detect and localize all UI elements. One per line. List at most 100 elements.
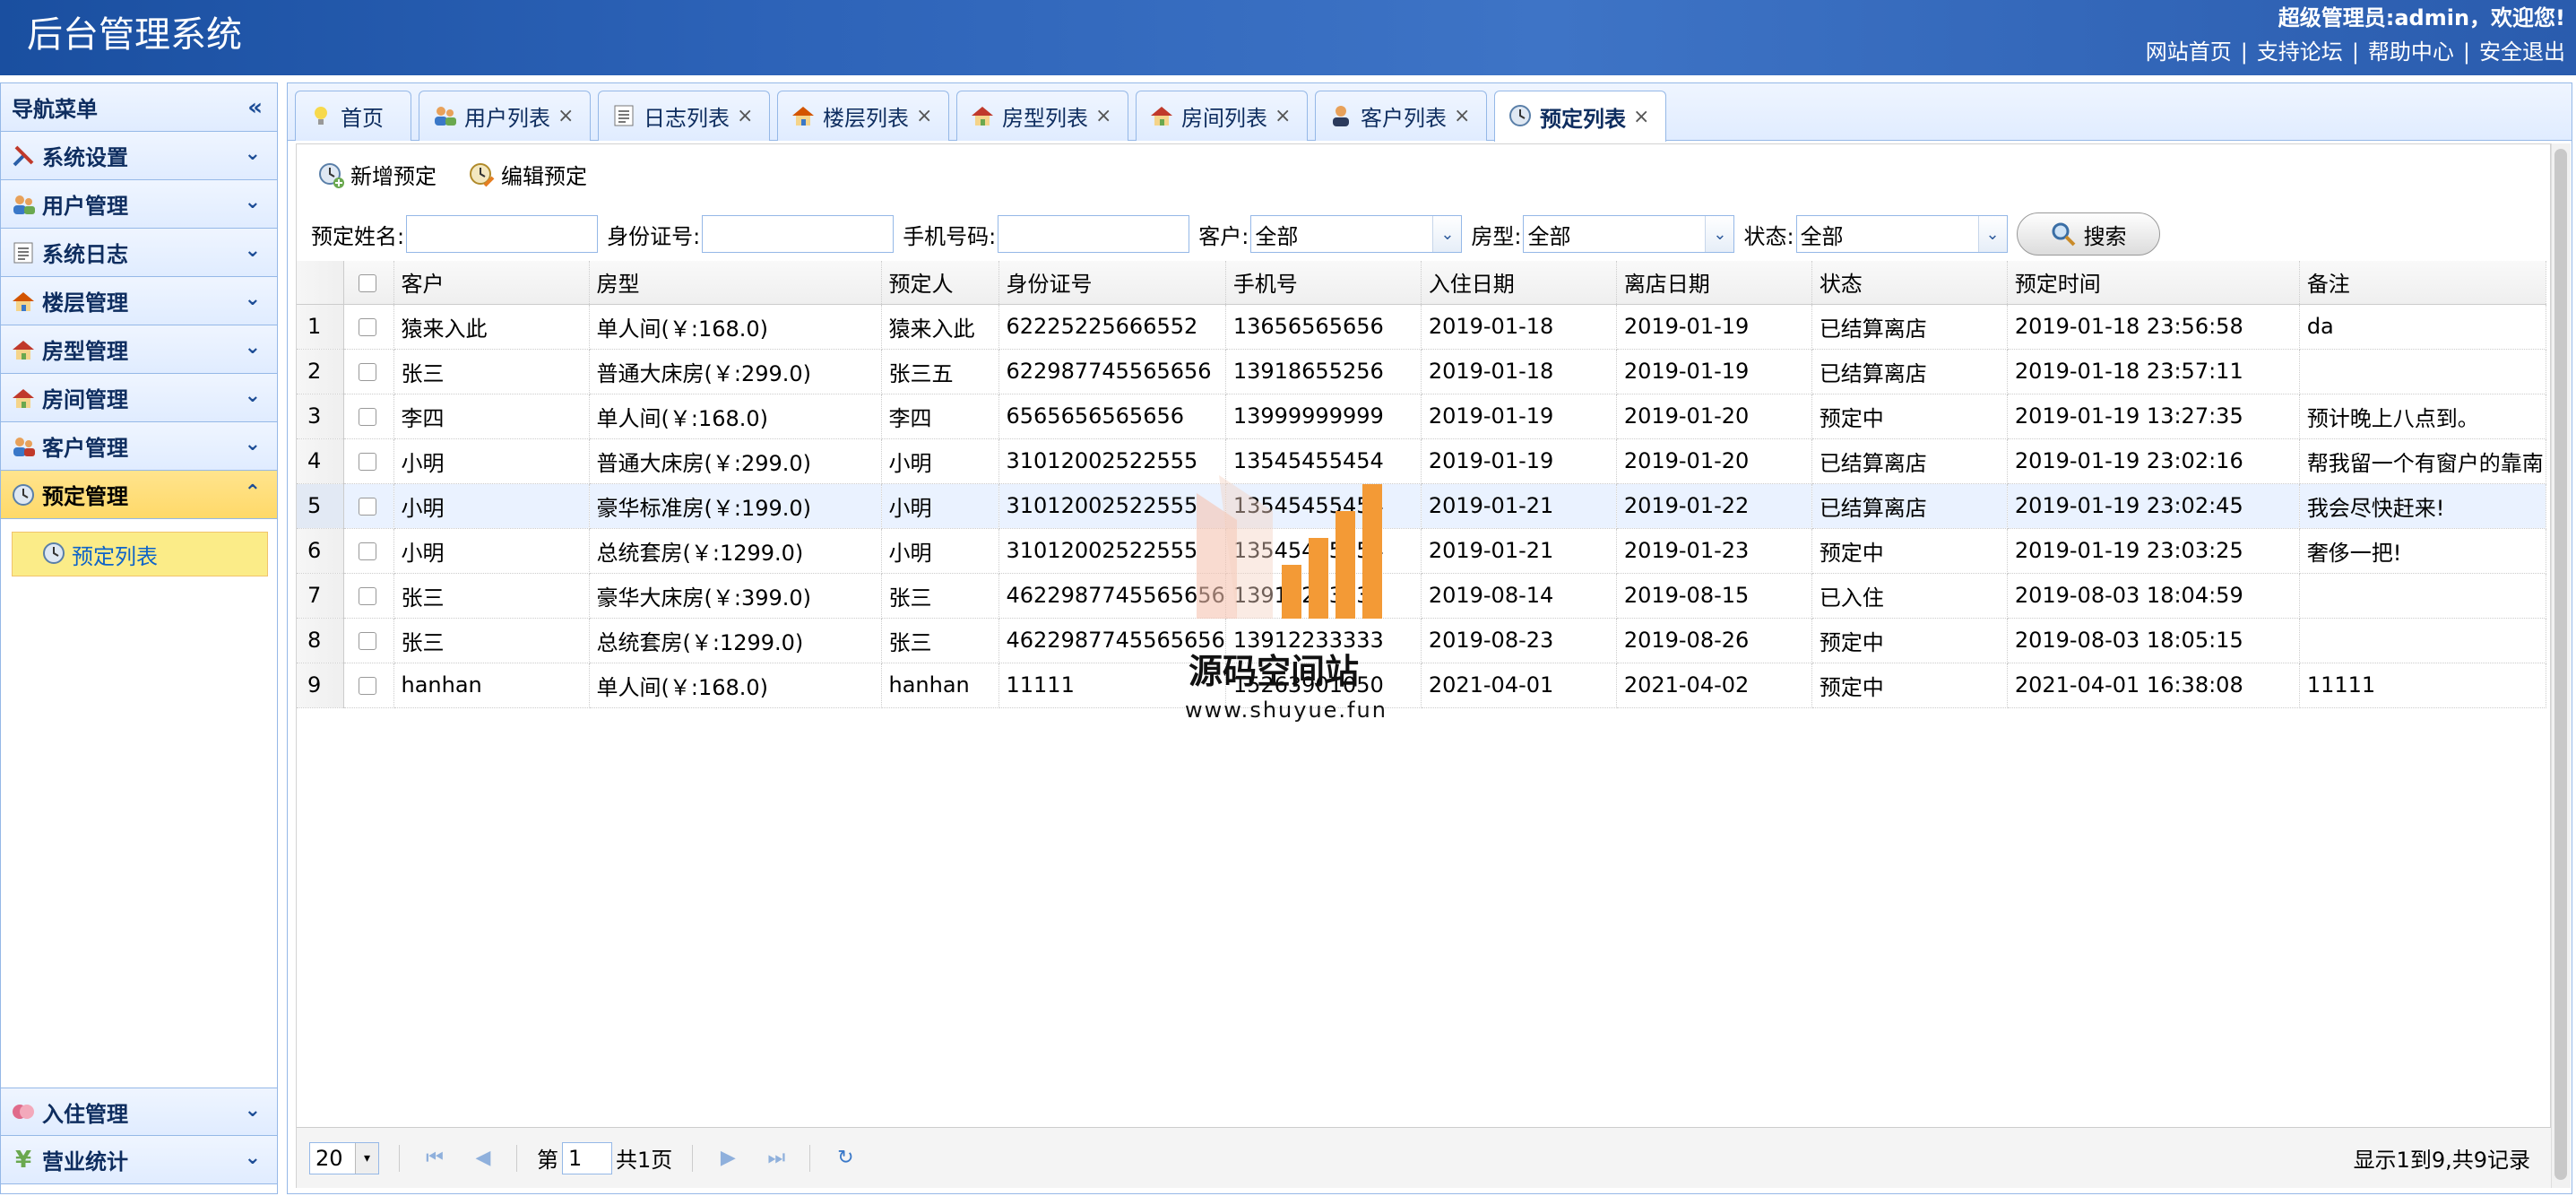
sidebar-item-user-mgmt[interactable]: 用户管理 ⌄ <box>1 180 277 229</box>
table-cell: 2019-01-20 <box>1616 394 1812 439</box>
table-row[interactable]: 5 小明 豪华标准房(￥:199.0) 小明 31012002522555 1354545… <box>297 483 2546 529</box>
page-size-select[interactable]: 20 ▾ <box>309 1141 379 1174</box>
tab-reservation-list[interactable]: 预定列表 × <box>1494 91 1666 142</box>
sidebar-subitem-reservation-list[interactable]: 预定列表 <box>12 532 268 576</box>
tab-label: 用户列表 <box>464 106 550 131</box>
table-cell: 预定中 <box>1811 663 2008 708</box>
row-checkbox[interactable] <box>358 408 376 426</box>
status-select[interactable]: 全部 ⌄ <box>1795 215 2008 253</box>
row-checkbox[interactable] <box>358 498 376 516</box>
tab-roomtype-list[interactable]: 房型列表 × <box>956 91 1128 141</box>
tab-floor-list[interactable]: 楼层列表 × <box>777 91 949 141</box>
sidebar-item-system-log[interactable]: 系统日志 ⌄ <box>1 229 277 277</box>
tab-label: 房型列表 <box>1002 106 1088 131</box>
chevron-down-icon: ⌄ <box>244 433 261 455</box>
column-header[interactable]: 手机号 <box>1225 261 1422 305</box>
row-checkbox[interactable] <box>358 677 376 695</box>
column-header[interactable]: 身份证号 <box>998 261 1226 305</box>
table-row[interactable]: 7 张三 豪华大床房(￥:399.0) 张三 4622987745565656 13912… <box>297 573 2546 619</box>
table-cell: 2019-01-18 <box>1421 349 1617 394</box>
sidebar-item-checkin-mgmt[interactable]: 入住管理 ⌄ <box>1 1088 277 1136</box>
table-row[interactable]: 8 张三 总统套房(￥:1299.0) 张三 4622987745565656 13912… <box>297 618 2546 663</box>
next-page-icon[interactable]: ▶ <box>714 1145 741 1172</box>
roomtype-label: 房型: <box>1471 223 1522 249</box>
row-checkbox[interactable] <box>358 632 376 650</box>
scrollbar-thumb[interactable] <box>2554 149 2567 1180</box>
roomtype-select[interactable]: 全部 ⌄ <box>1523 215 1735 253</box>
table-cell: 我会尽快赶来! <box>2299 483 2546 529</box>
row-checkbox[interactable] <box>358 542 376 560</box>
close-icon[interactable]: × <box>1095 105 1111 127</box>
refresh-icon[interactable]: ↻ <box>832 1145 859 1172</box>
table-cell: 2021-04-01 16:38:08 <box>2007 663 2300 708</box>
pagination-bar: 20 ▾ ⏮ ◀ 第 1 共1页 ▶ ⏭ ↻ 显示1到9,共9记录 <box>297 1127 2552 1188</box>
tab-home[interactable]: 首页 <box>295 91 411 141</box>
sidebar-item-reservation-mgmt[interactable]: 预定管理 ⌃ <box>1 471 277 519</box>
row-checkbox[interactable] <box>358 453 376 471</box>
table-row[interactable]: 6 小明 总统套房(￥:1299.0) 小明 31012002522555 1354545… <box>297 528 2546 574</box>
edit-reservation-button[interactable]: 编辑预定 <box>467 159 587 190</box>
link-home[interactable]: 网站首页 <box>2146 39 2232 65</box>
tab-customer-list[interactable]: 客户列表 × <box>1315 91 1487 141</box>
sidebar-item-label: 系统日志 <box>42 242 128 267</box>
column-header[interactable]: 客户 <box>393 261 590 305</box>
select-all-checkbox[interactable] <box>358 273 376 292</box>
close-icon[interactable]: × <box>916 105 932 127</box>
table-row[interactable]: 3 李四 单人间(￥:168.0) 李四 6565656565656 1399999999… <box>297 394 2546 439</box>
page-number-input[interactable]: 1 <box>562 1141 612 1174</box>
table-cell: 622987745565656 <box>998 349 1226 394</box>
idcard-input[interactable] <box>702 215 895 253</box>
row-checkbox[interactable] <box>358 318 376 336</box>
link-help[interactable]: 帮助中心 <box>2368 39 2454 65</box>
table-cell: 2021-04-01 <box>1421 663 1617 708</box>
table-row[interactable]: 4 小明 普通大床房(￥:299.0) 小明 31012002522555 1354545… <box>297 438 2546 484</box>
table-row[interactable]: 2 张三 普通大床房(￥:299.0) 张三五 622987745565656 13918… <box>297 349 2546 394</box>
select-all-header <box>343 261 394 305</box>
table-cell: 2019-08-14 <box>1421 573 1617 619</box>
tab-log-list[interactable]: 日志列表 × <box>598 91 770 141</box>
close-icon[interactable]: × <box>1275 105 1291 127</box>
row-number: 7 <box>297 573 344 619</box>
watermark-url: www.shuyue.fun <box>1185 698 1387 723</box>
row-checkbox[interactable] <box>358 363 376 381</box>
column-header[interactable]: 预定时间 <box>2007 261 2300 305</box>
collapse-sidebar-icon[interactable]: « <box>247 94 263 121</box>
column-header[interactable]: 入住日期 <box>1421 261 1617 305</box>
close-icon[interactable]: × <box>1454 105 1470 127</box>
column-header[interactable]: 离店日期 <box>1616 261 1812 305</box>
tab-room-list[interactable]: 房间列表 × <box>1136 91 1308 141</box>
tab-user-list[interactable]: 用户列表 × <box>419 91 591 141</box>
pager-divider <box>399 1144 400 1172</box>
prev-page-icon[interactable]: ◀ <box>470 1145 497 1172</box>
link-forum[interactable]: 支持论坛 <box>2257 39 2343 65</box>
close-icon[interactable]: × <box>558 105 574 127</box>
row-checkbox[interactable] <box>358 587 376 605</box>
sidebar-item-floor-mgmt[interactable]: 楼层管理 ⌄ <box>1 277 277 325</box>
add-reservation-button[interactable]: 新增预定 <box>316 159 437 190</box>
log-icon <box>10 239 37 266</box>
table-cell: 2019-08-23 <box>1421 618 1617 663</box>
search-button[interactable]: 搜索 <box>2016 212 2160 256</box>
column-header[interactable]: 预定人 <box>881 261 999 305</box>
clock-icon <box>41 541 68 568</box>
first-page-icon[interactable]: ⏮ <box>421 1145 448 1172</box>
sidebar-item-revenue-stats[interactable]: ¥ 营业统计 ⌄ <box>1 1136 277 1184</box>
sidebar-item-customer-mgmt[interactable]: 客户管理 ⌄ <box>1 422 277 471</box>
watermark-text: 源码空间站 <box>1189 652 1360 691</box>
sidebar-item-label: 用户管理 <box>42 194 128 219</box>
table-row[interactable]: 1 猿来入此 单人间(￥:168.0) 猿来入此 62225225666552 13656… <box>297 304 2546 350</box>
column-header[interactable]: 状态 <box>1811 261 2008 305</box>
table-row[interactable]: 9 hanhan 单人间(￥:168.0) hanhan 11111 1526390105… <box>297 663 2546 708</box>
column-header[interactable]: 房型 <box>589 261 882 305</box>
sidebar-item-room-mgmt[interactable]: 房间管理 ⌄ <box>1 374 277 422</box>
close-icon[interactable]: × <box>737 105 753 127</box>
customer-select[interactable]: 全部 ⌄ <box>1250 215 1463 253</box>
link-logout[interactable]: 安全退出 <box>2479 39 2565 65</box>
sidebar-item-roomtype-mgmt[interactable]: 房型管理 ⌄ <box>1 325 277 374</box>
column-header[interactable]: 备注 <box>2299 261 2546 305</box>
last-page-icon[interactable]: ⏭ <box>763 1145 790 1172</box>
sidebar-item-system-settings[interactable]: 系统设置 ⌄ <box>1 132 277 180</box>
phone-input[interactable] <box>998 215 1190 253</box>
name-input[interactable] <box>406 215 599 253</box>
close-icon[interactable]: × <box>1633 106 1649 128</box>
